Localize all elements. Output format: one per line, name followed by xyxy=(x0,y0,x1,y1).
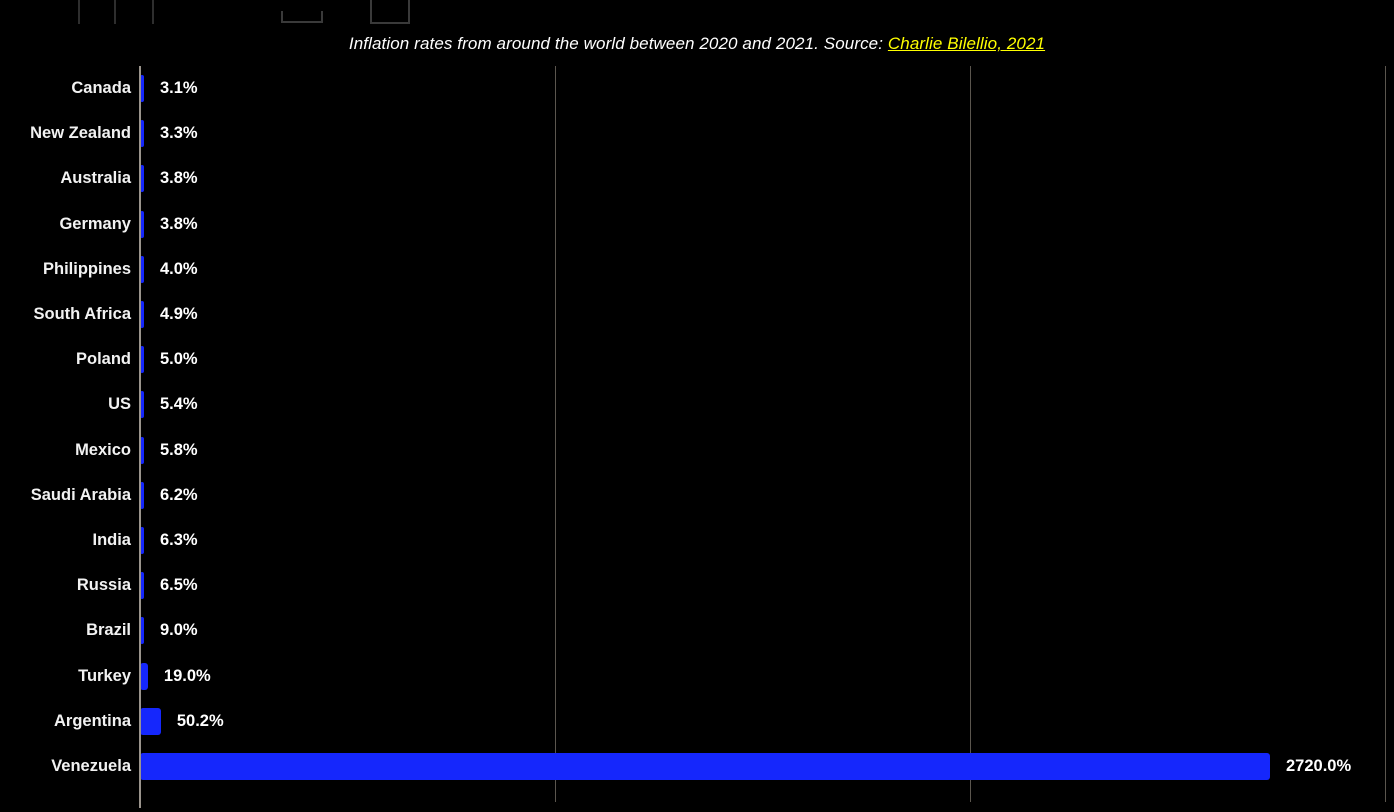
bar-row: US 5.4% xyxy=(0,382,1394,427)
category-label: Brazil xyxy=(86,621,131,640)
value-label: 2720.0% xyxy=(1286,757,1352,775)
category-label: Argentina xyxy=(53,711,131,730)
bar xyxy=(140,753,1270,780)
bar-row: Brazil 9.0% xyxy=(0,608,1394,653)
bar-row: Australia 3.8% xyxy=(0,156,1394,201)
value-label: 6.3% xyxy=(160,531,198,549)
category-label: Philippines xyxy=(42,259,131,278)
value-label: 5.4% xyxy=(160,395,198,414)
category-label: Saudi Arabia xyxy=(30,485,131,504)
source-link[interactable]: Charlie Bilellio, 2021 xyxy=(888,34,1045,53)
chart-subtitle: Inflation rates from around the world be… xyxy=(0,34,1394,54)
bar-row: India 6.3% xyxy=(0,518,1394,563)
value-label: 5.0% xyxy=(160,350,198,369)
category-label: Turkey xyxy=(78,666,131,685)
category-label: Mexico xyxy=(75,440,131,459)
bar xyxy=(140,707,161,735)
y-axis-line xyxy=(139,66,141,808)
value-label: 5.8% xyxy=(160,440,198,459)
value-label: 9.0% xyxy=(160,621,198,640)
minimize-window-icon[interactable] xyxy=(281,11,323,23)
category-label: Poland xyxy=(75,350,131,369)
bar-row: Venezuela 2720.0% xyxy=(0,744,1394,789)
window-chrome-strip xyxy=(0,0,1394,30)
value-label: 3.8% xyxy=(160,169,198,188)
category-label: Germany xyxy=(59,214,131,233)
value-label: 4.9% xyxy=(160,305,198,323)
chart-subtitle-text: Inflation rates from around the world be… xyxy=(348,34,888,53)
tab-divider-icon xyxy=(114,0,116,24)
bar-row: Russia 6.5% xyxy=(0,563,1394,608)
maximize-window-icon[interactable] xyxy=(370,0,410,24)
category-label: Australia xyxy=(60,169,131,188)
category-label: Venezuela xyxy=(51,757,131,775)
value-label: 3.1% xyxy=(160,79,198,97)
value-label: 6.5% xyxy=(160,576,198,595)
bar-row: Canada 3.1% xyxy=(0,66,1394,111)
bar-row: Turkey 19.0% xyxy=(0,654,1394,699)
value-label: 19.0% xyxy=(163,666,211,685)
value-label: 3.3% xyxy=(160,124,198,143)
category-label: US xyxy=(108,395,131,414)
bar xyxy=(140,662,148,690)
category-label: Russia xyxy=(76,576,131,595)
horizontal-bar-chart: Canada 3.1% New Zealand 3.3% Australia 3.8% Ge… xyxy=(0,66,1394,812)
value-label: 50.2% xyxy=(176,711,224,730)
value-label: 4.0% xyxy=(160,259,198,278)
bar-row: Saudi Arabia 6.2% xyxy=(0,473,1394,518)
bar-row: New Zealand 3.3% xyxy=(0,111,1394,156)
bar-row: South Africa 4.9% xyxy=(0,292,1394,337)
category-label: New Zealand xyxy=(30,124,131,143)
browser-tab-icon[interactable] xyxy=(0,0,80,30)
bar-row: Argentina 50.2% xyxy=(0,699,1394,744)
bar-row: Poland 5.0% xyxy=(0,337,1394,382)
tab-divider-icon xyxy=(78,0,80,24)
bar-row: Germany 3.8% xyxy=(0,202,1394,247)
bar-row: Mexico 5.8% xyxy=(0,428,1394,473)
category-label: South Africa xyxy=(33,305,131,323)
category-label: India xyxy=(92,531,131,549)
bar-row: Philippines 4.0% xyxy=(0,247,1394,292)
tab-divider-icon xyxy=(152,0,154,24)
category-label: Canada xyxy=(71,79,131,97)
value-label: 3.8% xyxy=(160,214,198,233)
value-label: 6.2% xyxy=(160,485,198,504)
